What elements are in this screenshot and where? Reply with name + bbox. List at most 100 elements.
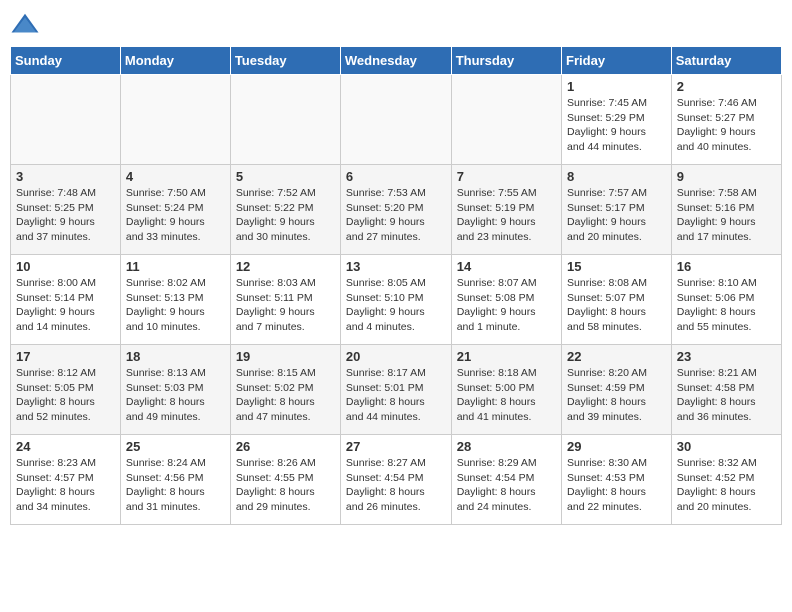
day-number: 3 xyxy=(16,169,115,184)
day-number: 15 xyxy=(567,259,666,274)
calendar-cell: 26 Sunrise: 8:26 AM Sunset: 4:55 PM Dayli… xyxy=(230,435,340,525)
day-number: 14 xyxy=(457,259,556,274)
day-number: 16 xyxy=(677,259,776,274)
calendar-header-row: SundayMondayTuesdayWednesdayThursdayFrid… xyxy=(11,47,782,75)
day-number: 26 xyxy=(236,439,335,454)
day-of-week-header: Tuesday xyxy=(230,47,340,75)
calendar-cell: 12 Sunrise: 8:03 AM Sunset: 5:11 PM Dayli… xyxy=(230,255,340,345)
day-of-week-header: Wednesday xyxy=(340,47,451,75)
calendar-cell: 4Sunrise: 7:50 AM Sunset: 5:24 PM Daylig… xyxy=(120,165,230,255)
calendar-cell: 16 Sunrise: 8:10 AM Sunset: 5:06 PM Dayli… xyxy=(671,255,781,345)
calendar-cell: 20 Sunrise: 8:17 AM Sunset: 5:01 PM Dayli… xyxy=(340,345,451,435)
day-info: Sunrise: 8:24 AM Sunset: 4:56 PM Dayligh… xyxy=(126,456,225,515)
calendar-cell: 25 Sunrise: 8:24 AM Sunset: 4:56 PM Dayli… xyxy=(120,435,230,525)
calendar-cell xyxy=(120,75,230,165)
day-of-week-header: Saturday xyxy=(671,47,781,75)
calendar-cell: 15 Sunrise: 8:08 AM Sunset: 5:07 PM Dayli… xyxy=(562,255,672,345)
calendar-cell: 30 Sunrise: 8:32 AM Sunset: 4:52 PM Dayli… xyxy=(671,435,781,525)
calendar-cell: 21Sunrise: 8:18 AM Sunset: 5:00 PM Dayli… xyxy=(451,345,561,435)
day-info: Sunrise: 8:02 AM Sunset: 5:13 PM Dayligh… xyxy=(126,276,225,335)
calendar-cell: 2 Sunrise: 7:46 AM Sunset: 5:27 PM Daylig… xyxy=(671,75,781,165)
calendar-cell: 17 Sunrise: 8:12 AM Sunset: 5:05 PM Dayli… xyxy=(11,345,121,435)
day-info: Sunrise: 8:13 AM Sunset: 5:03 PM Dayligh… xyxy=(126,366,225,425)
day-number: 20 xyxy=(346,349,446,364)
day-of-week-header: Thursday xyxy=(451,47,561,75)
day-number: 8 xyxy=(567,169,666,184)
day-info: Sunrise: 8:00 AM Sunset: 5:14 PM Dayligh… xyxy=(16,276,115,335)
calendar-cell xyxy=(451,75,561,165)
calendar-cell: 28 Sunrise: 8:29 AM Sunset: 4:54 PM Dayli… xyxy=(451,435,561,525)
day-info: Sunrise: 8:05 AM Sunset: 5:10 PM Dayligh… xyxy=(346,276,446,335)
day-info: Sunrise: 7:46 AM Sunset: 5:27 PM Dayligh… xyxy=(677,96,776,155)
calendar-cell xyxy=(340,75,451,165)
day-number: 17 xyxy=(16,349,115,364)
day-number: 23 xyxy=(677,349,776,364)
day-number: 13 xyxy=(346,259,446,274)
calendar-cell: 3 Sunrise: 7:48 AM Sunset: 5:25 PM Daylig… xyxy=(11,165,121,255)
day-number: 27 xyxy=(346,439,446,454)
logo-icon xyxy=(10,10,40,40)
day-number: 24 xyxy=(16,439,115,454)
day-of-week-header: Friday xyxy=(562,47,672,75)
day-number: 5 xyxy=(236,169,335,184)
day-of-week-header: Monday xyxy=(120,47,230,75)
calendar-cell: 11 Sunrise: 8:02 AM Sunset: 5:13 PM Dayli… xyxy=(120,255,230,345)
calendar-cell: 24 Sunrise: 8:23 AM Sunset: 4:57 PM Dayli… xyxy=(11,435,121,525)
day-number: 4 xyxy=(126,169,225,184)
calendar-week-row: 24 Sunrise: 8:23 AM Sunset: 4:57 PM Dayli… xyxy=(11,435,782,525)
day-number: 2 xyxy=(677,79,776,94)
day-info: Sunrise: 8:20 AM Sunset: 4:59 PM Dayligh… xyxy=(567,366,666,425)
calendar-cell: 6Sunrise: 7:53 AM Sunset: 5:20 PM Daylig… xyxy=(340,165,451,255)
day-number: 18 xyxy=(126,349,225,364)
day-number: 9 xyxy=(677,169,776,184)
calendar-cell: 23 Sunrise: 8:21 AM Sunset: 4:58 PM Dayli… xyxy=(671,345,781,435)
day-number: 30 xyxy=(677,439,776,454)
day-number: 11 xyxy=(126,259,225,274)
calendar-cell: 29 Sunrise: 8:30 AM Sunset: 4:53 PM Dayli… xyxy=(562,435,672,525)
calendar-cell: 13 Sunrise: 8:05 AM Sunset: 5:10 PM Dayli… xyxy=(340,255,451,345)
day-number: 21 xyxy=(457,349,556,364)
calendar-week-row: 10Sunrise: 8:00 AM Sunset: 5:14 PM Dayli… xyxy=(11,255,782,345)
day-info: Sunrise: 7:58 AM Sunset: 5:16 PM Dayligh… xyxy=(677,186,776,245)
calendar-cell: 18 Sunrise: 8:13 AM Sunset: 5:03 PM Dayli… xyxy=(120,345,230,435)
day-info: Sunrise: 8:15 AM Sunset: 5:02 PM Dayligh… xyxy=(236,366,335,425)
calendar-cell: 27 Sunrise: 8:27 AM Sunset: 4:54 PM Dayli… xyxy=(340,435,451,525)
day-info: Sunrise: 7:48 AM Sunset: 5:25 PM Dayligh… xyxy=(16,186,115,245)
day-info: Sunrise: 7:45 AM Sunset: 5:29 PM Dayligh… xyxy=(567,96,666,155)
calendar-cell xyxy=(230,75,340,165)
day-info: Sunrise: 7:55 AM Sunset: 5:19 PM Dayligh… xyxy=(457,186,556,245)
calendar-cell: 22 Sunrise: 8:20 AM Sunset: 4:59 PM Dayli… xyxy=(562,345,672,435)
calendar-cell: 5 Sunrise: 7:52 AM Sunset: 5:22 PM Daylig… xyxy=(230,165,340,255)
day-info: Sunrise: 8:17 AM Sunset: 5:01 PM Dayligh… xyxy=(346,366,446,425)
calendar-cell: 7Sunrise: 7:55 AM Sunset: 5:19 PM Daylig… xyxy=(451,165,561,255)
day-info: Sunrise: 7:57 AM Sunset: 5:17 PM Dayligh… xyxy=(567,186,666,245)
calendar-cell: 10Sunrise: 8:00 AM Sunset: 5:14 PM Dayli… xyxy=(11,255,121,345)
day-info: Sunrise: 8:27 AM Sunset: 4:54 PM Dayligh… xyxy=(346,456,446,515)
calendar-cell xyxy=(11,75,121,165)
day-info: Sunrise: 8:08 AM Sunset: 5:07 PM Dayligh… xyxy=(567,276,666,335)
day-info: Sunrise: 8:10 AM Sunset: 5:06 PM Dayligh… xyxy=(677,276,776,335)
logo xyxy=(10,10,44,40)
day-number: 22 xyxy=(567,349,666,364)
day-number: 25 xyxy=(126,439,225,454)
day-info: Sunrise: 8:03 AM Sunset: 5:11 PM Dayligh… xyxy=(236,276,335,335)
day-info: Sunrise: 8:30 AM Sunset: 4:53 PM Dayligh… xyxy=(567,456,666,515)
day-info: Sunrise: 8:21 AM Sunset: 4:58 PM Dayligh… xyxy=(677,366,776,425)
calendar-cell: 8 Sunrise: 7:57 AM Sunset: 5:17 PM Daylig… xyxy=(562,165,672,255)
day-number: 29 xyxy=(567,439,666,454)
day-info: Sunrise: 8:26 AM Sunset: 4:55 PM Dayligh… xyxy=(236,456,335,515)
day-info: Sunrise: 8:23 AM Sunset: 4:57 PM Dayligh… xyxy=(16,456,115,515)
header xyxy=(10,10,782,40)
calendar-week-row: 3 Sunrise: 7:48 AM Sunset: 5:25 PM Daylig… xyxy=(11,165,782,255)
day-info: Sunrise: 7:53 AM Sunset: 5:20 PM Dayligh… xyxy=(346,186,446,245)
day-info: Sunrise: 7:52 AM Sunset: 5:22 PM Dayligh… xyxy=(236,186,335,245)
calendar-week-row: 17 Sunrise: 8:12 AM Sunset: 5:05 PM Dayli… xyxy=(11,345,782,435)
day-of-week-header: Sunday xyxy=(11,47,121,75)
day-info: Sunrise: 8:32 AM Sunset: 4:52 PM Dayligh… xyxy=(677,456,776,515)
calendar-cell: 14Sunrise: 8:07 AM Sunset: 5:08 PM Dayli… xyxy=(451,255,561,345)
day-info: Sunrise: 8:12 AM Sunset: 5:05 PM Dayligh… xyxy=(16,366,115,425)
day-number: 12 xyxy=(236,259,335,274)
calendar-cell: 1Sunrise: 7:45 AM Sunset: 5:29 PM Daylig… xyxy=(562,75,672,165)
day-info: Sunrise: 8:29 AM Sunset: 4:54 PM Dayligh… xyxy=(457,456,556,515)
day-number: 28 xyxy=(457,439,556,454)
